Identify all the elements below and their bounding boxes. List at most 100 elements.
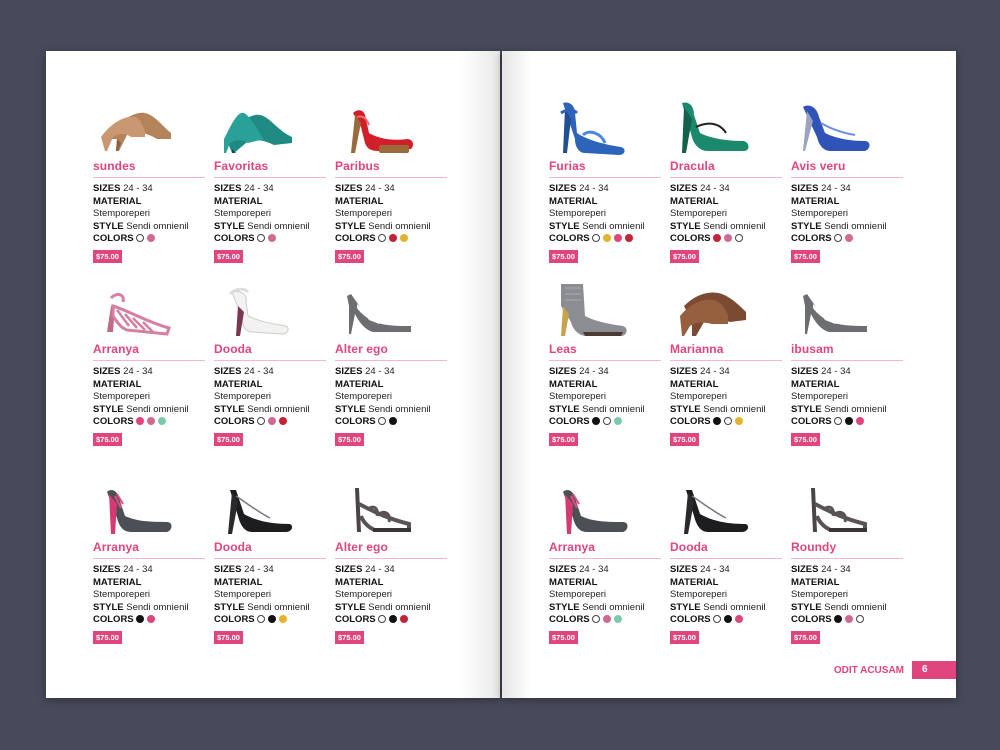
color-swatch-1[interactable]: [712, 233, 721, 242]
sizes-value: 24 - 34: [579, 366, 609, 377]
color-swatch-3[interactable]: [613, 614, 622, 623]
color-swatch-1[interactable]: [591, 614, 600, 623]
color-swatch-1[interactable]: [712, 416, 721, 425]
color-swatch-1[interactable]: [591, 416, 600, 425]
product-card-8[interactable]: Dooda SIZES 24 - 34 MATERIAL Stemporeper…: [670, 474, 786, 664]
color-swatch-1[interactable]: [135, 416, 144, 425]
product-card-9[interactable]: Alter ego SIZES 24 - 34 MATERIAL Stempor…: [335, 474, 451, 664]
product-card-5[interactable]: Marianna SIZES 24 - 34 MATERIAL Stempore…: [670, 276, 786, 474]
product-card-1[interactable]: Furias SIZES 24 - 34 MATERIAL Stemporepe…: [549, 93, 665, 276]
price-tag[interactable]: $75.00: [93, 249, 122, 263]
price-tag[interactable]: $75.00: [549, 249, 578, 263]
price-tag[interactable]: $75.00: [335, 249, 364, 263]
material-label: MATERIAL: [549, 378, 598, 390]
color-swatch-3[interactable]: [157, 416, 166, 425]
color-swatch-2[interactable]: [844, 233, 853, 242]
product-card-2[interactable]: Favoritas SIZES 24 - 34 MATERIAL Stempor…: [214, 93, 330, 276]
price-tag[interactable]: $75.00: [93, 630, 122, 644]
color-swatch-2[interactable]: [602, 416, 611, 425]
color-swatch-3[interactable]: [278, 614, 287, 623]
color-swatch-3[interactable]: [734, 614, 743, 623]
product-card-4[interactable]: Leas SIZES 24 - 34 MATERIAL Stemporeperi…: [549, 276, 665, 474]
price-tag[interactable]: $75.00: [335, 630, 364, 644]
price-tag[interactable]: $75.00: [670, 432, 699, 446]
price-tag[interactable]: $75.00: [670, 630, 699, 644]
color-swatch-2[interactable]: [146, 233, 155, 242]
color-swatch-2[interactable]: [602, 614, 611, 623]
color-swatch-3[interactable]: [399, 614, 408, 623]
color-swatch-3[interactable]: [278, 416, 287, 425]
price-tag[interactable]: $75.00: [549, 432, 578, 446]
product-card-3[interactable]: Avis veru SIZES 24 - 34 MATERIAL Stempor…: [791, 93, 907, 276]
product-card-4[interactable]: Arranya SIZES 24 - 34 MATERIAL Stemporep…: [93, 276, 209, 474]
color-swatch-2[interactable]: [723, 614, 732, 623]
product-card-5[interactable]: Dooda SIZES 24 - 34 MATERIAL Stemporeper…: [214, 276, 330, 474]
color-swatch-2[interactable]: [388, 416, 397, 425]
product-card-7[interactable]: Arranya SIZES 24 - 34 MATERIAL Stemporep…: [93, 474, 209, 664]
color-swatch-2[interactable]: [267, 614, 276, 623]
color-swatch-3[interactable]: [613, 233, 622, 242]
price-tag[interactable]: $75.00: [791, 630, 820, 644]
style-label: STYLE: [335, 220, 366, 232]
material-value: Stemporeperi: [93, 589, 151, 601]
color-swatch-1[interactable]: [712, 614, 721, 623]
product-card-6[interactable]: ibusam SIZES 24 - 34 MATERIAL Stemporepe…: [791, 276, 907, 474]
product-card-6[interactable]: Alter ego SIZES 24 - 34 MATERIAL Stempor…: [335, 276, 451, 474]
style-label: STYLE: [335, 403, 366, 415]
color-swatch-2[interactable]: [146, 614, 155, 623]
price-tag[interactable]: $75.00: [335, 432, 364, 446]
color-swatch-3[interactable]: [734, 416, 743, 425]
product-card-3[interactable]: Paribus SIZES 24 - 34 MATERIAL Stemporep…: [335, 93, 451, 276]
color-swatch-2[interactable]: [388, 233, 397, 242]
color-swatch-1[interactable]: [377, 233, 386, 242]
product-name: Dooda: [214, 342, 326, 361]
color-swatch-1[interactable]: [256, 614, 265, 623]
price-tag[interactable]: $75.00: [549, 630, 578, 644]
colors-label: COLORS: [670, 416, 711, 428]
color-swatch-2[interactable]: [723, 416, 732, 425]
color-swatches: [135, 416, 166, 425]
color-swatch-2[interactable]: [388, 614, 397, 623]
product-card-7[interactable]: Arranya SIZES 24 - 34 MATERIAL Stemporep…: [549, 474, 665, 664]
color-swatch-1[interactable]: [256, 233, 265, 242]
color-swatch-2[interactable]: [146, 416, 155, 425]
product-card-2[interactable]: Dracula SIZES 24 - 34 MATERIAL Stemporep…: [670, 93, 786, 276]
price-tag[interactable]: $75.00: [791, 432, 820, 446]
color-swatch-4[interactable]: [624, 233, 633, 242]
color-swatch-1[interactable]: [833, 233, 842, 242]
color-swatch-1[interactable]: [833, 416, 842, 425]
color-swatch-1[interactable]: [135, 614, 144, 623]
product-card-9[interactable]: Roundy SIZES 24 - 34 MATERIAL Stemporepe…: [791, 474, 907, 664]
price-tag[interactable]: $75.00: [670, 249, 699, 263]
color-swatch-3[interactable]: [734, 233, 743, 242]
color-swatch-2[interactable]: [602, 233, 611, 242]
color-swatch-2[interactable]: [844, 614, 853, 623]
color-swatch-3[interactable]: [399, 233, 408, 242]
color-swatch-1[interactable]: [377, 416, 386, 425]
color-swatch-2[interactable]: [267, 233, 276, 242]
colors-line: COLORS: [214, 233, 330, 246]
color-swatch-2[interactable]: [844, 416, 853, 425]
price-tag[interactable]: $75.00: [214, 249, 243, 263]
price-tag[interactable]: $75.00: [214, 432, 243, 446]
color-swatch-1[interactable]: [256, 416, 265, 425]
color-swatch-3[interactable]: [855, 614, 864, 623]
color-swatch-3[interactable]: [855, 416, 864, 425]
material-value: Stemporeperi: [670, 391, 728, 403]
style-value: Sendi omnienil: [247, 403, 310, 415]
color-swatch-1[interactable]: [833, 614, 842, 623]
price-tag[interactable]: $75.00: [214, 630, 243, 644]
sizes-value: 24 - 34: [365, 366, 395, 377]
color-swatch-1[interactable]: [377, 614, 386, 623]
color-swatch-3[interactable]: [613, 416, 622, 425]
color-swatch-2[interactable]: [723, 233, 732, 242]
price-tag[interactable]: $75.00: [93, 432, 122, 446]
price-tag[interactable]: $75.00: [791, 249, 820, 263]
color-swatch-1[interactable]: [591, 233, 600, 242]
product-card-1[interactable]: sundes SIZES 24 - 34 MATERIAL Stemporepe…: [93, 93, 209, 276]
product-card-8[interactable]: Dooda SIZES 24 - 34 MATERIAL Stemporeper…: [214, 474, 330, 664]
color-swatch-1[interactable]: [135, 233, 144, 242]
colors-label: COLORS: [214, 416, 255, 428]
color-swatch-2[interactable]: [267, 416, 276, 425]
grey-cutout-shoe-image: [347, 294, 411, 334]
